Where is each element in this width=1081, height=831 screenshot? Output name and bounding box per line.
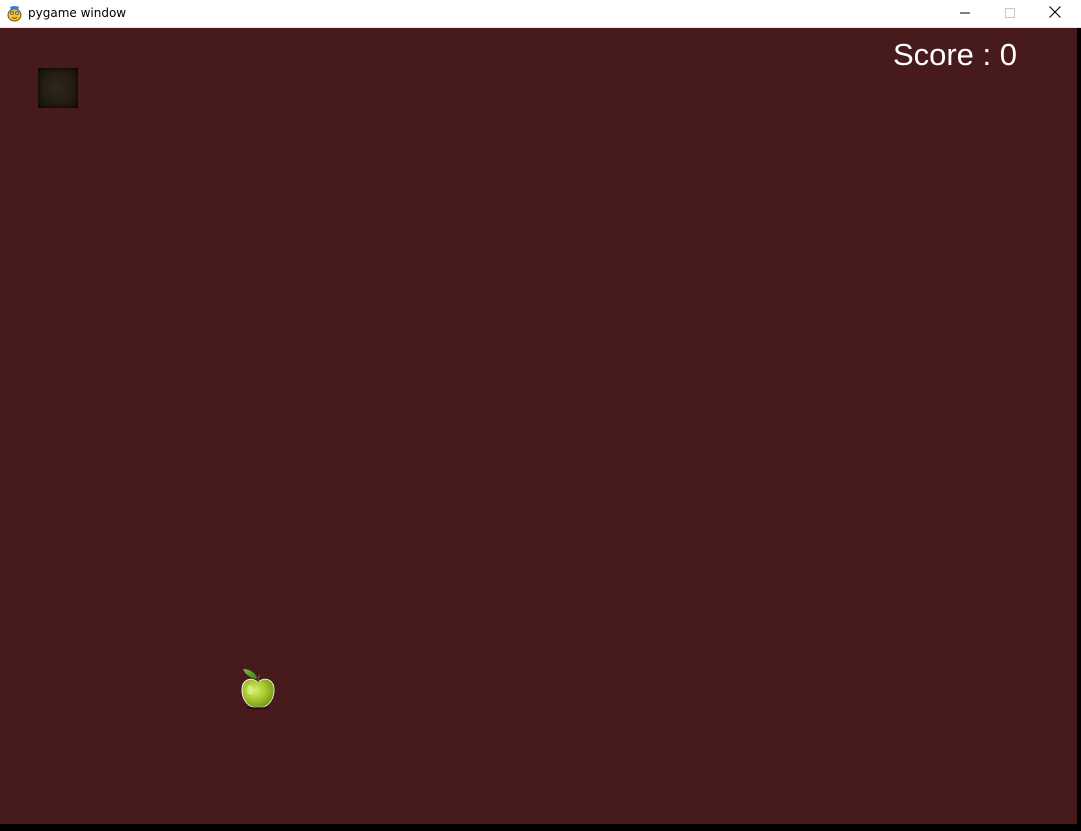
snake-head-block [38,68,78,108]
maximize-button[interactable] [987,0,1033,27]
maximize-icon [1005,5,1015,23]
window-title: pygame window [28,6,127,20]
green-apple-icon [238,666,278,710]
pygame-snake-icon [6,5,23,22]
game-canvas[interactable]: Score : 0 [0,28,1077,824]
pygame-window: pygame window Score : 0 [0,0,1081,831]
minimize-button[interactable] [942,0,988,27]
minimize-icon [960,5,970,23]
close-button[interactable] [1032,0,1078,27]
close-icon [1049,5,1061,23]
title-bar[interactable]: pygame window [0,0,1081,28]
score-label: Score : 0 [892,37,1017,72]
